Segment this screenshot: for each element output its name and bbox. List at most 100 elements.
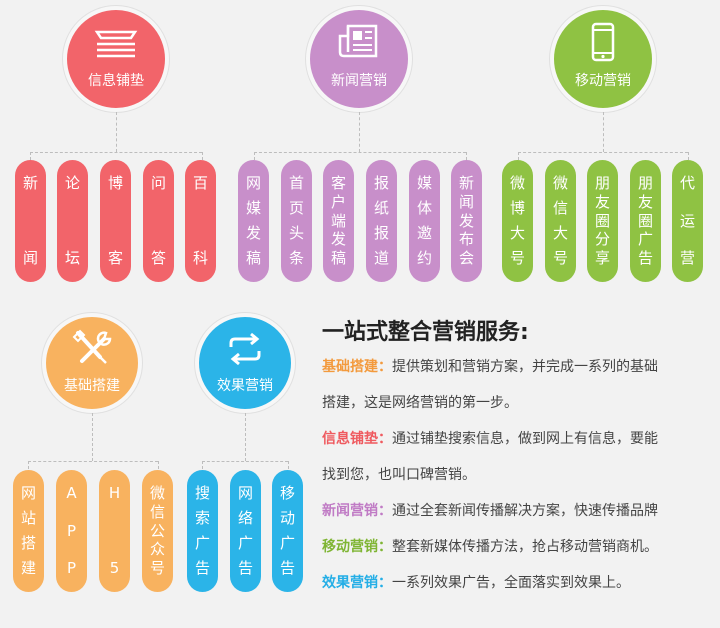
pill-char: 页 — [288, 199, 304, 217]
summary-line: 搭建，这是网络营销的第一步。 — [322, 394, 518, 412]
pill-char: 号 — [552, 249, 568, 267]
pill-char: 广 — [237, 534, 253, 552]
pill-char: 告 — [637, 249, 653, 267]
pill-char: 广 — [194, 534, 210, 552]
connector — [359, 112, 360, 152]
mobile-circle-label: 移动营销 — [575, 73, 631, 89]
news-circle-label: 新闻营销 — [331, 73, 387, 89]
phone-icon — [591, 22, 615, 62]
pill-char: 众 — [149, 540, 165, 559]
infra-pill: 网站搭建 — [13, 470, 44, 592]
infra-circle-label: 基础搭建 — [64, 378, 120, 394]
info-pill: 百科 — [185, 160, 216, 282]
pill-char: 号 — [509, 249, 525, 267]
pill-char: 网 — [20, 484, 36, 502]
summary-line-text: 整套新媒体传播方法，抢占移动营销商机。 — [392, 539, 658, 555]
connector — [603, 112, 604, 152]
summary-title: 一站式整合营销服务: — [322, 320, 529, 345]
pill-char: 体 — [416, 199, 432, 217]
pill-char: 论 — [64, 174, 80, 192]
summary-line-text: 提供策划和营销方案，并完成一系列的基础 — [392, 359, 658, 375]
pill-char: 博 — [509, 199, 525, 217]
pill-char: 头 — [288, 224, 304, 242]
pill-char: 运 — [679, 211, 695, 230]
pill-char: 友 — [594, 192, 610, 211]
pill-char: H — [108, 484, 121, 502]
pill-char: 享 — [594, 249, 610, 267]
connector — [202, 152, 203, 160]
connector — [288, 461, 289, 469]
pill-char: 营 — [679, 249, 695, 267]
pill-char: 户 — [330, 192, 346, 211]
pill-char: 科 — [192, 249, 208, 267]
pill-char: 搭 — [20, 534, 36, 552]
pill-char: 网 — [245, 174, 261, 192]
summary-line-text: 通过全套新闻传播解决方案，快速传播品牌 — [392, 503, 658, 519]
mobile-pill: 朋友圈广告 — [630, 160, 661, 282]
pill-char: 代 — [679, 174, 695, 192]
pill-char: 发 — [245, 224, 261, 242]
pill-char: 报 — [373, 174, 389, 192]
stack-icon — [94, 30, 138, 58]
pill-char: 微 — [552, 174, 568, 192]
mobile-pill: 代运营 — [672, 160, 703, 282]
pill-char: 道 — [373, 249, 389, 267]
pill-char: 稿 — [330, 249, 346, 267]
info-circle: 信息铺垫 — [63, 6, 169, 112]
pill-char: 新 — [458, 174, 474, 192]
mobile-pill: 微博大号 — [502, 160, 533, 282]
summary-line-key: 基础搭建： — [322, 359, 392, 375]
effect-pill: 搜索广告 — [187, 470, 218, 592]
pill-char: 朋 — [594, 174, 610, 192]
pill-char: 条 — [288, 249, 304, 267]
summary-line-text: 一系列效果广告，全面落实到效果上。 — [392, 575, 630, 591]
summary-line: 找到您，也叫口碑营销。 — [322, 466, 476, 484]
news-circle: 新闻营销 — [306, 6, 412, 112]
summary-line-key: 新闻营销： — [322, 503, 392, 519]
summary-line-key: 效果营销： — [322, 575, 392, 591]
pill-char: 告 — [237, 559, 253, 577]
connector — [28, 461, 29, 469]
pill-char: 微 — [149, 484, 165, 502]
pill-char: 动 — [279, 509, 295, 527]
connector — [202, 461, 288, 462]
pill-char: 布 — [458, 230, 474, 249]
connector — [518, 152, 519, 160]
pill-char: 信 — [149, 502, 165, 521]
pill-char: 圈 — [637, 211, 653, 230]
summary-line: 新闻营销：通过全套新闻传播解决方案，快速传播品牌 — [322, 502, 658, 520]
pill-char: 报 — [373, 224, 389, 242]
news-pill: 新闻发布会 — [451, 160, 482, 282]
pill-char: 媒 — [416, 174, 432, 192]
connector — [30, 152, 202, 153]
infra-pill: A P P — [56, 470, 87, 592]
pill-char: 网 — [237, 484, 253, 502]
pill-char: 发 — [458, 211, 474, 230]
pill-char: 告 — [279, 559, 295, 577]
summary-line-text: 通过铺垫搜索信息，做到网上有信息，要能 — [392, 431, 658, 447]
connector — [518, 152, 688, 153]
pill-char: 公 — [149, 521, 165, 540]
pill-char: 朋 — [637, 174, 653, 192]
summary-line-key: 移动营销： — [322, 539, 392, 555]
summary-line: 移动营销：整套新媒体传播方法，抢占移动营销商机。 — [322, 538, 658, 556]
effect-pill: 移动广告 — [272, 470, 303, 592]
pill-char: 微 — [509, 174, 525, 192]
pill-char: 发 — [330, 230, 346, 249]
tools-icon — [72, 329, 112, 364]
effect-pill: 网络广告 — [230, 470, 261, 592]
pill-char: 新 — [22, 174, 38, 192]
summary-line: 效果营销：一系列效果广告，全面落实到效果上。 — [322, 574, 630, 592]
pill-char: 络 — [237, 509, 253, 527]
connector — [245, 413, 246, 461]
pill-char: 问 — [150, 174, 166, 192]
pill-char: 约 — [416, 249, 432, 267]
summary-line-text: 找到您，也叫口碑营销。 — [322, 467, 476, 483]
pill-char: 建 — [20, 559, 36, 577]
pill-char: 会 — [458, 249, 474, 267]
pill-char: 坛 — [64, 249, 80, 267]
infra-circle: 基础搭建 — [42, 313, 142, 413]
pill-char: 邀 — [416, 224, 432, 242]
connector — [254, 152, 466, 153]
pill-char: 博 — [107, 174, 123, 192]
